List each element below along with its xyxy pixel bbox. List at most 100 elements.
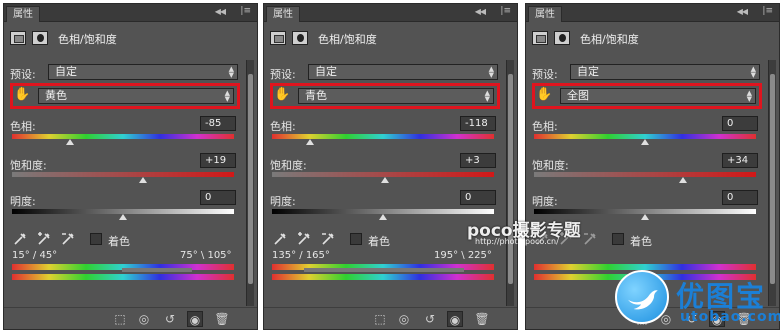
eyedropper-add-icon[interactable]	[36, 231, 52, 247]
preset-select[interactable]: 自定 ▲ ▼	[308, 64, 498, 80]
range-right-label: 195° \ 225°	[434, 250, 492, 261]
clip-to-layer-icon[interactable]: ⬚	[372, 311, 388, 327]
hand-target-icon[interactable]: ✋	[14, 87, 30, 103]
preset-label: 预设:	[270, 68, 296, 81]
lightness-label: 明度:	[532, 195, 558, 208]
eyedropper-subtract-icon[interactable]	[320, 231, 336, 247]
dropdown-arrow-icon: ▲ ▼	[750, 65, 756, 79]
adjustment-title: 色相/饱和度	[580, 33, 639, 46]
scroll-thumb[interactable]	[770, 74, 775, 284]
output-hue-bar	[12, 274, 234, 280]
trash-icon[interactable]: 🗑	[474, 311, 490, 327]
dropdown-arrow-icon: ▲ ▼	[228, 65, 234, 79]
colorize-checkbox[interactable]	[350, 233, 362, 245]
eyedropper-icon[interactable]	[12, 231, 28, 247]
lightness-slider-thumb[interactable]	[119, 214, 127, 220]
hue-slider-track[interactable]	[12, 134, 234, 139]
view-previous-icon[interactable]: ◎	[136, 311, 152, 327]
hue-label: 色相:	[532, 120, 558, 133]
hue-input[interactable]: 0	[722, 116, 758, 131]
lightness-input[interactable]: 0	[722, 190, 758, 205]
panel-menu-icon[interactable]: |≡	[762, 6, 773, 16]
input-hue-bar	[534, 264, 756, 270]
clip-to-layer-icon[interactable]: ⬚	[112, 311, 128, 327]
range-right-label: 75° \ 105°	[180, 250, 232, 261]
hue-slider-thumb[interactable]	[65, 139, 74, 145]
adjustment-layer-icon	[10, 31, 26, 45]
adjustment-title: 色相/饱和度	[318, 33, 377, 46]
visibility-eye-icon[interactable]: ◉	[187, 311, 203, 327]
mask-icon[interactable]	[554, 31, 570, 45]
saturation-input[interactable]: +3	[460, 153, 496, 168]
preset-select[interactable]: 自定 ▲ ▼	[570, 64, 760, 80]
preset-value: 自定	[577, 65, 599, 78]
eyedropper-subtract-icon[interactable]	[582, 231, 598, 247]
mask-icon[interactable]	[292, 31, 308, 45]
scrollbar[interactable]	[768, 60, 776, 306]
adjustment-layer-icon	[270, 31, 286, 45]
colorize-checkbox[interactable]	[612, 233, 624, 245]
colorize-label: 着色	[630, 235, 652, 248]
lightness-input[interactable]: 0	[200, 190, 236, 205]
eyedropper-add-icon[interactable]	[296, 231, 312, 247]
channel-select[interactable]: 全图 ▲ ▼	[560, 88, 756, 104]
panel-footer: ⬚ ◎ ↺ ◉ 🗑	[4, 307, 257, 329]
preset-select[interactable]: 自定 ▲ ▼	[48, 64, 238, 80]
trash-icon[interactable]: 🗑	[214, 311, 230, 327]
saturation-slider-thumb[interactable]	[138, 177, 147, 183]
output-hue-bar	[272, 274, 494, 280]
hue-input[interactable]: -85	[200, 116, 236, 131]
lightness-slider-thumb[interactable]	[641, 214, 649, 220]
saturation-input[interactable]: +34	[722, 153, 758, 168]
saturation-slider-track[interactable]	[12, 172, 234, 177]
eyedropper-subtract-icon[interactable]	[60, 231, 76, 247]
saturation-label: 饱和度:	[10, 159, 47, 172]
panel-menu-icon[interactable]: |≡	[500, 6, 511, 16]
panel-titlebar: 属性 ◀◀ |≡	[526, 4, 779, 22]
collapse-icon[interactable]: ◀◀	[737, 7, 748, 16]
saturation-input[interactable]: +19	[200, 153, 236, 168]
dropdown-arrow-icon: ▲ ▼	[224, 89, 230, 103]
hand-target-icon[interactable]: ✋	[536, 87, 552, 103]
eyedropper-icon[interactable]	[272, 231, 288, 247]
saturation-slider-track[interactable]	[534, 172, 756, 177]
panel-menu-icon[interactable]: |≡	[240, 6, 251, 16]
hand-target-icon[interactable]: ✋	[274, 87, 290, 103]
visibility-eye-icon[interactable]: ◉	[447, 311, 463, 327]
hue-slider-thumb[interactable]	[641, 139, 649, 145]
scroll-thumb[interactable]	[508, 74, 513, 284]
hue-slider-thumb[interactable]	[305, 139, 314, 145]
panel-footer: ⬚ ◎ ↺ ◉ 🗑	[264, 307, 517, 329]
colorize-checkbox[interactable]	[90, 233, 102, 245]
channel-select[interactable]: 黄色 ▲ ▼	[38, 88, 234, 104]
lightness-input[interactable]: 0	[460, 190, 496, 205]
range-slider[interactable]	[304, 268, 464, 272]
properties-panel-1: 属性 ◀◀ |≡ 色相/饱和度 预设: 自定 ▲ ▼ ✋ 黄色 ▲ ▼ 色相: -8…	[3, 3, 258, 330]
watermark-url: http://photo.poco.cn/	[475, 237, 559, 246]
bird-glyph-icon	[628, 290, 658, 310]
bird-logo-icon	[615, 270, 669, 324]
mask-icon[interactable]	[32, 31, 48, 45]
saturation-slider-thumb[interactable]	[678, 177, 687, 183]
view-previous-icon[interactable]: ◎	[396, 311, 412, 327]
reset-icon[interactable]: ↺	[422, 311, 438, 327]
hue-input[interactable]: -118	[460, 116, 496, 131]
tab-properties[interactable]: 属性	[6, 6, 40, 22]
scrollbar[interactable]	[246, 60, 254, 306]
lightness-label: 明度:	[10, 195, 36, 208]
range-slider[interactable]	[122, 268, 192, 272]
saturation-slider-thumb[interactable]	[381, 177, 390, 183]
channel-select[interactable]: 青色 ▲ ▼	[298, 88, 494, 104]
tab-properties[interactable]: 属性	[266, 6, 300, 22]
reset-icon[interactable]: ↺	[162, 311, 178, 327]
scroll-thumb[interactable]	[248, 74, 253, 284]
hue-label: 色相:	[270, 120, 296, 133]
preset-label: 预设:	[10, 68, 36, 81]
dropdown-arrow-icon: ▲ ▼	[746, 89, 752, 103]
collapse-icon[interactable]: ◀◀	[475, 7, 486, 16]
tab-properties[interactable]: 属性	[528, 6, 562, 22]
lightness-slider-thumb[interactable]	[379, 214, 387, 220]
scrollbar[interactable]	[506, 60, 514, 306]
collapse-icon[interactable]: ◀◀	[215, 7, 226, 16]
range-left-label: 15° / 45°	[12, 250, 58, 261]
